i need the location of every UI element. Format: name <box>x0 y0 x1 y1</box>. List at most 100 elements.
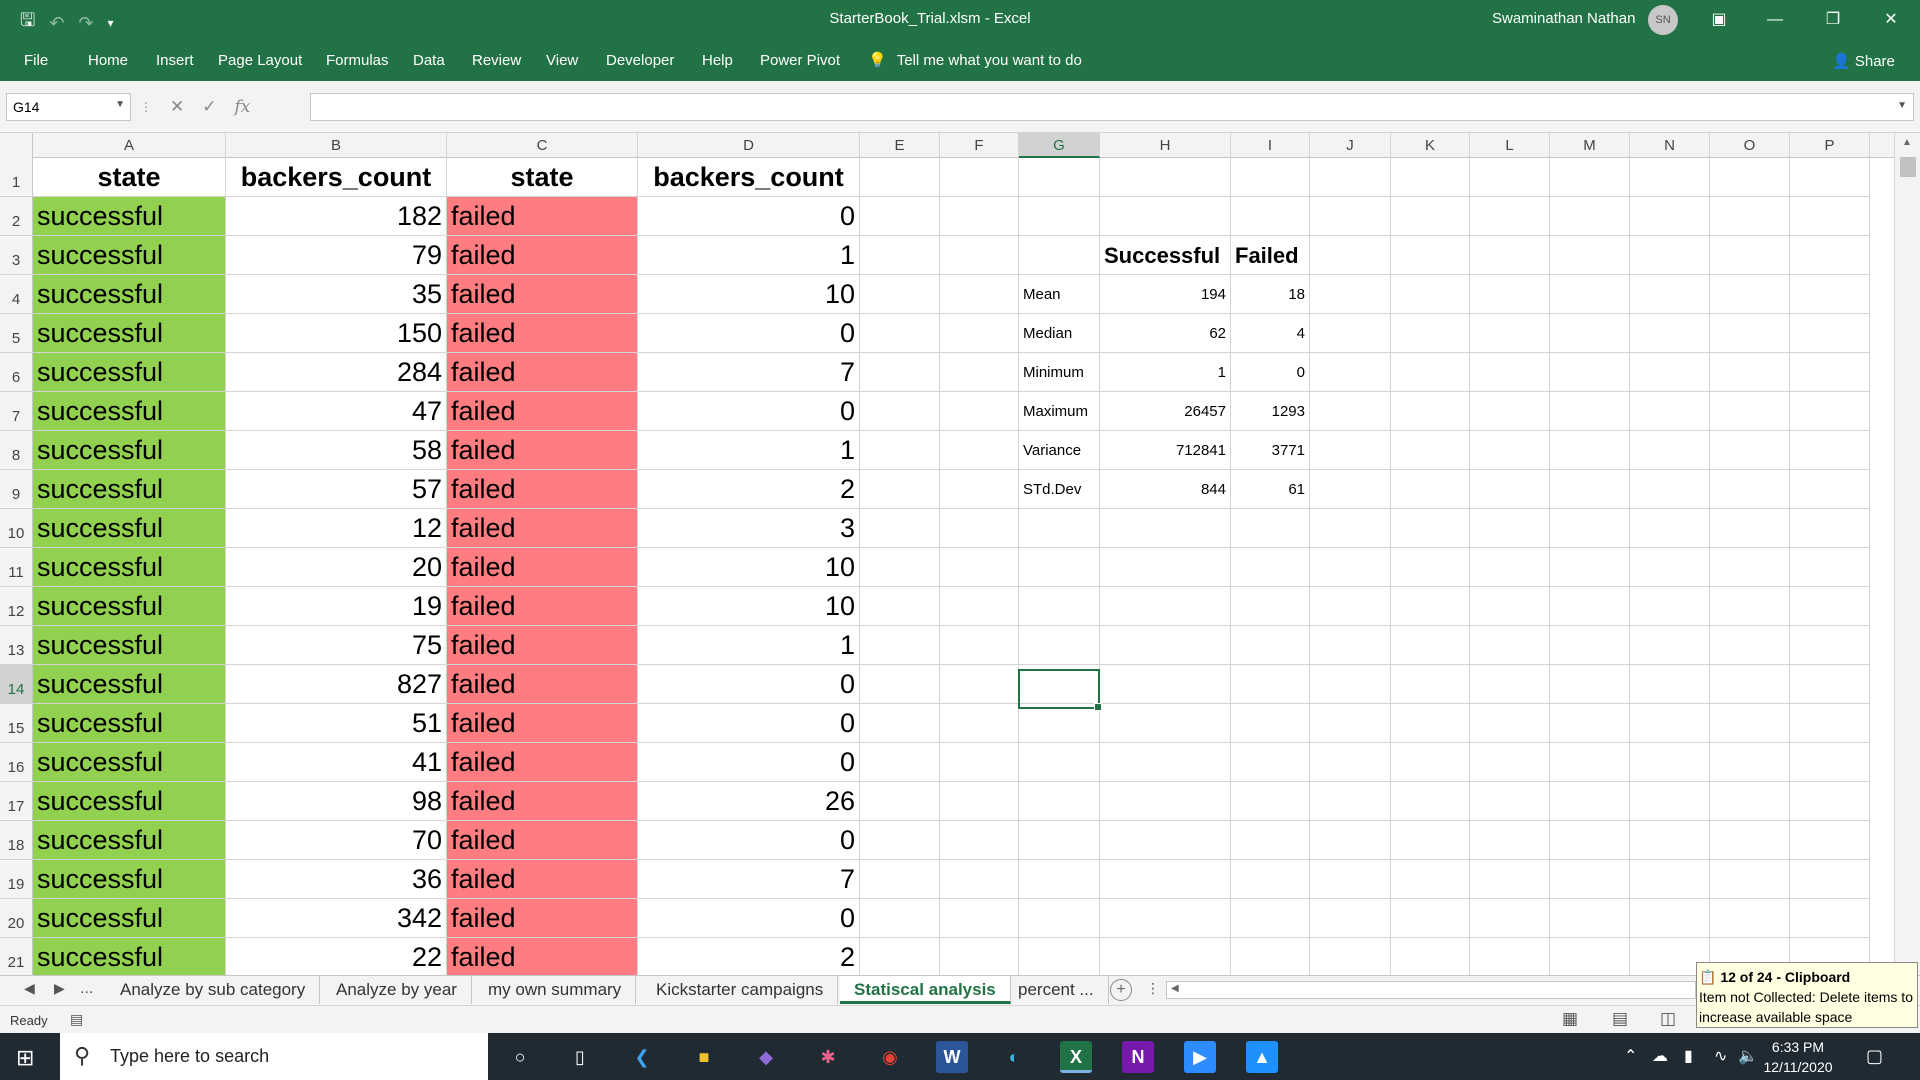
cell[interactable] <box>860 899 940 938</box>
column-header-c[interactable]: C <box>447 133 638 158</box>
enter-icon[interactable]: ✓ <box>202 97 216 117</box>
row-header-14[interactable]: 14 <box>0 665 33 704</box>
backers-count-cell[interactable]: 10 <box>638 587 860 626</box>
state-cell[interactable]: failed <box>447 275 638 314</box>
row-header-3[interactable]: 3 <box>0 236 33 275</box>
cell[interactable] <box>1790 860 1870 899</box>
cell[interactable] <box>1231 626 1310 665</box>
stat-successful-cell[interactable]: 194 <box>1100 275 1231 314</box>
stat-failed-cell[interactable]: 0 <box>1231 353 1310 392</box>
cell[interactable] <box>1790 548 1870 587</box>
cell[interactable] <box>1470 743 1550 782</box>
stat-successful-cell[interactable]: 712841 <box>1100 431 1231 470</box>
cell[interactable] <box>1310 470 1391 509</box>
cell[interactable] <box>1550 938 1630 975</box>
cell[interactable] <box>1630 743 1710 782</box>
cell[interactable] <box>1470 470 1550 509</box>
cell[interactable] <box>1630 275 1710 314</box>
column-header-l[interactable]: L <box>1470 133 1550 158</box>
column-header-d[interactable]: D <box>638 133 860 158</box>
backers-count-cell[interactable]: 12 <box>226 509 447 548</box>
cell[interactable] <box>1550 548 1630 587</box>
cell[interactable] <box>860 314 940 353</box>
row-header-16[interactable]: 16 <box>0 743 33 782</box>
backers-count-cell[interactable]: 0 <box>638 665 860 704</box>
state-cell[interactable]: failed <box>447 314 638 353</box>
stat-successful-cell[interactable]: 844 <box>1100 470 1231 509</box>
cell[interactable] <box>1550 509 1630 548</box>
scroll-left-icon[interactable]: ◀ <box>1171 983 1179 994</box>
cell[interactable] <box>1470 392 1550 431</box>
cell[interactable] <box>940 158 1019 197</box>
backers-count-cell[interactable]: 7 <box>638 353 860 392</box>
backers-count-cell[interactable]: 58 <box>226 431 447 470</box>
chevron-up-icon[interactable]: ⌃ <box>1624 1046 1637 1066</box>
stat-failed-cell[interactable]: 4 <box>1231 314 1310 353</box>
git-icon[interactable]: ◆ <box>750 1041 782 1073</box>
wifi-icon[interactable]: ∿ <box>1714 1046 1727 1066</box>
cell[interactable] <box>1550 860 1630 899</box>
tab-developer[interactable]: Developer <box>606 52 674 69</box>
restore-icon[interactable]: ❐ <box>1810 0 1856 40</box>
cell[interactable] <box>1630 236 1710 275</box>
state-cell[interactable]: successful <box>33 782 226 821</box>
cell[interactable] <box>1019 821 1100 860</box>
cell[interactable] <box>940 275 1019 314</box>
backers-count-cell[interactable]: 284 <box>226 353 447 392</box>
cell[interactable] <box>1310 587 1391 626</box>
backers-count-cell[interactable]: 36 <box>226 860 447 899</box>
page-break-view-icon[interactable]: ◫ <box>1660 1009 1676 1029</box>
row-header-21[interactable]: 21 <box>0 938 33 975</box>
cell[interactable] <box>1630 587 1710 626</box>
cell[interactable] <box>940 899 1019 938</box>
cell[interactable] <box>1310 509 1391 548</box>
row-header-11[interactable]: 11 <box>0 548 33 587</box>
state-cell[interactable]: successful <box>33 548 226 587</box>
tab-power-pivot[interactable]: Power Pivot <box>760 52 840 69</box>
column-header-g[interactable]: G <box>1019 133 1100 158</box>
cell[interactable] <box>1790 626 1870 665</box>
cell[interactable] <box>860 197 940 236</box>
cell[interactable] <box>860 626 940 665</box>
row-header-20[interactable]: 20 <box>0 899 33 938</box>
cell[interactable] <box>1630 509 1710 548</box>
cell[interactable] <box>1710 860 1790 899</box>
tab-file[interactable]: File <box>24 52 48 69</box>
row-header-8[interactable]: 8 <box>0 431 33 470</box>
state-cell[interactable]: successful <box>33 197 226 236</box>
backers-count-cell[interactable]: 0 <box>638 899 860 938</box>
cell[interactable] <box>860 704 940 743</box>
file-explorer-icon[interactable]: ■ <box>688 1041 720 1073</box>
cell[interactable] <box>1019 509 1100 548</box>
cell[interactable] <box>860 275 940 314</box>
state-cell[interactable]: successful <box>33 236 226 275</box>
cell[interactable] <box>1100 197 1231 236</box>
cell[interactable] <box>940 236 1019 275</box>
cell[interactable] <box>1790 431 1870 470</box>
stat-label-cell[interactable]: Mean <box>1019 275 1100 314</box>
cell[interactable] <box>1391 392 1470 431</box>
sheet-tab-my-own-summary[interactable]: my own summary <box>474 976 637 1004</box>
row-header-18[interactable]: 18 <box>0 821 33 860</box>
cell[interactable] <box>1630 860 1710 899</box>
column-header-f[interactable]: F <box>940 133 1019 158</box>
row-header-19[interactable]: 19 <box>0 860 33 899</box>
cell[interactable] <box>1391 431 1470 470</box>
backers-count-cell[interactable]: 35 <box>226 275 447 314</box>
cell[interactable] <box>1231 821 1310 860</box>
cell[interactable] <box>1310 392 1391 431</box>
cell[interactable] <box>1470 236 1550 275</box>
state-cell[interactable]: failed <box>447 782 638 821</box>
stat-label-cell[interactable]: STd.Dev <box>1019 470 1100 509</box>
active-cell-selection[interactable] <box>1018 669 1102 711</box>
cell[interactable] <box>1630 158 1710 197</box>
cell[interactable] <box>1310 314 1391 353</box>
edge-icon[interactable]: ◐ <box>998 1041 1030 1073</box>
cell[interactable] <box>1710 353 1790 392</box>
cell[interactable] <box>1790 743 1870 782</box>
cell[interactable] <box>1310 782 1391 821</box>
sheet-tab-percent[interactable]: percent ... <box>1004 976 1109 1004</box>
column-header-k[interactable]: K <box>1391 133 1470 158</box>
cell[interactable] <box>1470 860 1550 899</box>
state-cell[interactable]: failed <box>447 743 638 782</box>
